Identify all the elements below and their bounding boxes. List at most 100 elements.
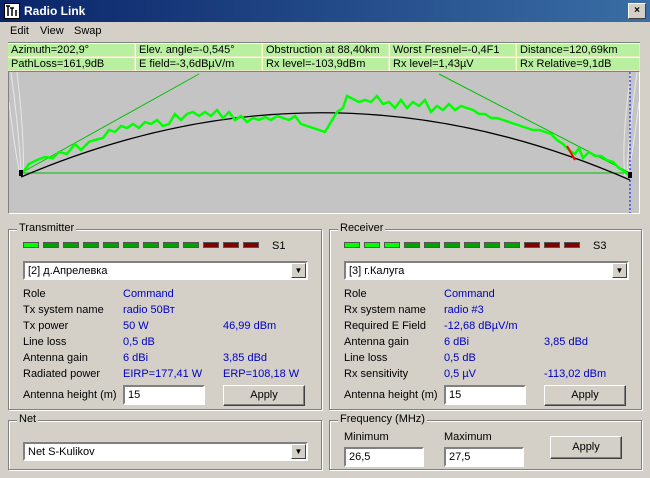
rx-row-label: Rx sensitivity xyxy=(344,368,409,380)
info-bar: Azimuth=202,9° Elev. angle=-0,545° Obstr… xyxy=(8,42,640,71)
fresnel-guides-left xyxy=(9,72,24,177)
rx-row-label: Antenna gain xyxy=(344,336,409,348)
window-title: Radio Link xyxy=(24,4,86,18)
frequency-group: Frequency (MHz) Minimum 26,5 Maximum 27,… xyxy=(329,413,642,470)
rx-row-value-alt: 3,85 dBd xyxy=(544,336,589,348)
tx-row-value-alt: 46,99 dBm xyxy=(223,320,277,332)
rx-row-value: Command xyxy=(444,288,495,300)
rx-row-value: 0,5 µV xyxy=(444,368,477,380)
receiver-group: Receiver S3 [3] г.Калуга ▼ Role Command Rx… xyxy=(329,222,642,410)
tx-led xyxy=(183,242,199,248)
azimuth-value: Azimuth=202,9° xyxy=(8,44,135,57)
rx-site-value: [3] г.Калуга xyxy=(349,265,405,277)
app-icon xyxy=(4,3,20,19)
menu-bar: Edit View Swap xyxy=(0,22,650,40)
rx-led xyxy=(524,242,540,248)
rx-led xyxy=(424,242,440,248)
menu-swap[interactable]: Swap xyxy=(74,25,102,37)
rx-antenna-height-label: Antenna height (m) xyxy=(344,389,438,401)
tx-signal-meter xyxy=(23,242,273,250)
tx-row-label: Radiated power xyxy=(23,368,101,380)
fresnel-guides-right xyxy=(623,72,639,177)
rx-meter-label: S3 xyxy=(593,240,607,252)
tx-apply-button[interactable]: Apply xyxy=(223,385,305,406)
rx-led xyxy=(544,242,560,248)
net-select[interactable]: Net S-Kulikov ▼ xyxy=(23,442,308,461)
rx-led xyxy=(344,242,360,248)
earth-curve xyxy=(20,112,631,181)
tx-row-value: EIRP=177,41 W xyxy=(123,368,203,380)
tx-led xyxy=(23,242,39,248)
rx-site-select[interactable]: [3] г.Калуга ▼ xyxy=(344,261,629,280)
tx-antenna-height-input[interactable]: 15 xyxy=(123,385,205,405)
rx-led xyxy=(484,242,500,248)
rx-led xyxy=(564,242,580,248)
chevron-down-icon[interactable]: ▼ xyxy=(291,263,306,278)
menu-edit[interactable]: Edit xyxy=(10,25,29,37)
terrain-profile xyxy=(19,94,631,177)
rx-led xyxy=(364,242,380,248)
rx-row-label: Rx system name xyxy=(344,304,426,316)
rx-row-value: 0,5 dB xyxy=(444,352,476,364)
rx-row-label: Role xyxy=(344,288,367,300)
menu-view[interactable]: View xyxy=(40,25,64,37)
path-profile-graph[interactable] xyxy=(8,71,640,214)
receiver-title: Receiver xyxy=(338,222,386,234)
rx-level-uv-value: Rx level=1,43µV xyxy=(390,58,516,71)
freq-max-label: Maximum xyxy=(444,431,492,443)
rx-antenna-height-input[interactable]: 15 xyxy=(444,385,526,405)
rx-led xyxy=(404,242,420,248)
net-value: Net S-Kulikov xyxy=(28,446,95,458)
obstruction-value: Obstruction at 88,40km xyxy=(263,44,389,57)
tx-row-value: 50 W xyxy=(123,320,149,332)
rx-row-value: 6 dBi xyxy=(444,336,470,348)
rx-row-label: Required E Field xyxy=(344,320,426,332)
rx-led xyxy=(384,242,400,248)
transmitter-group: Transmitter S1 [2] д.Апрелевка ▼ Role Com… xyxy=(8,222,322,410)
chevron-down-icon[interactable]: ▼ xyxy=(291,444,306,459)
tx-site-select[interactable]: [2] д.Апрелевка ▼ xyxy=(23,261,308,280)
tx-led xyxy=(123,242,139,248)
rx-antenna-marker xyxy=(628,172,632,178)
tx-site-value: [2] д.Апрелевка xyxy=(28,265,108,277)
tx-led xyxy=(83,242,99,248)
pathloss-value: PathLoss=161,9dB xyxy=(8,58,135,71)
transmitter-title: Transmitter xyxy=(17,222,77,234)
tx-led xyxy=(143,242,159,248)
tx-led xyxy=(163,242,179,248)
rx-signal-meter xyxy=(344,242,594,250)
tx-row-value: 0,5 dB xyxy=(123,336,155,348)
rx-row-label: Line loss xyxy=(344,352,388,364)
freq-min-label: Minimum xyxy=(344,431,389,443)
freq-max-input[interactable]: 27,5 xyxy=(444,447,524,467)
tx-row-label: Line loss xyxy=(23,336,67,348)
chevron-down-icon[interactable]: ▼ xyxy=(612,263,627,278)
tx-led xyxy=(223,242,239,248)
tx-row-label: Role xyxy=(23,288,46,300)
rx-level-dbm-value: Rx level=-103,9dBm xyxy=(263,58,389,71)
rx-row-value-alt: -113,02 dBm xyxy=(544,368,607,380)
rx-apply-button[interactable]: Apply xyxy=(544,385,626,406)
freq-min-input[interactable]: 26,5 xyxy=(344,447,424,467)
freq-apply-button[interactable]: Apply xyxy=(550,436,622,459)
close-icon[interactable]: × xyxy=(628,3,646,19)
rx-led xyxy=(444,242,460,248)
tx-led xyxy=(43,242,59,248)
tx-led xyxy=(103,242,119,248)
tx-row-value-alt: ERP=108,18 W xyxy=(223,368,300,380)
rx-row-value: radio #3 xyxy=(444,304,484,316)
tx-row-value: Command xyxy=(123,288,174,300)
rx-led xyxy=(504,242,520,248)
rx-led xyxy=(464,242,480,248)
tx-led xyxy=(243,242,259,248)
tx-row-value: 6 dBi xyxy=(123,352,149,364)
tx-antenna-marker xyxy=(19,170,23,176)
frequency-title: Frequency (MHz) xyxy=(338,413,427,425)
fresnel-value: Worst Fresnel=-0,4F1 xyxy=(390,44,516,57)
tx-row-label: Tx power xyxy=(23,320,69,332)
los-right xyxy=(438,73,631,174)
efield-value: E field=-3,6dBµV/m xyxy=(136,58,262,71)
elev-angle-value: Elev. angle=-0,545° xyxy=(136,44,262,57)
tx-row-label: Tx system name xyxy=(23,304,104,316)
tx-row-value-alt: 3,85 dBd xyxy=(223,352,268,364)
